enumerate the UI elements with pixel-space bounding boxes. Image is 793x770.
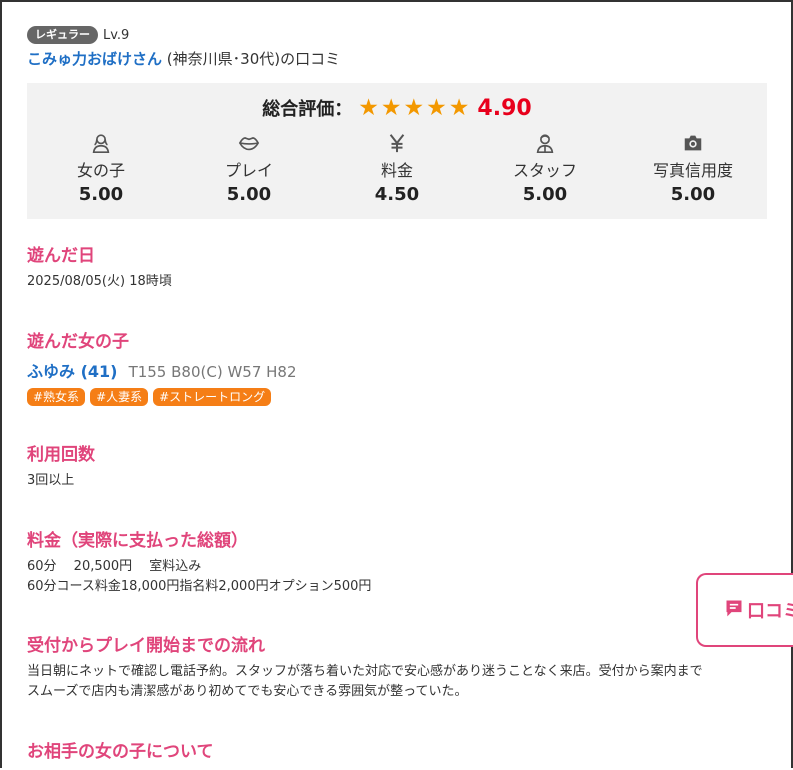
visit-date-title: 遊んだ日 [27,246,95,266]
category-label: プレイ [224,161,273,180]
float-button-label: 口コミ [747,601,793,622]
girl-line: ふゆみ (41) T155 B80(C) W57 H82 [27,358,297,382]
price-detail: 60分コース料金18,000円指名料2,000円オプション500円 [27,579,372,594]
usage-count: 3回以上 [27,473,75,488]
tag[interactable]: #熟女系 [27,388,86,406]
category-score: 4.50 [374,184,420,205]
usage-title: 利用回数 [27,445,95,465]
category-label: 料金 [380,161,413,180]
star-rating: ★★★★★ [358,95,472,121]
lips-icon [175,132,323,154]
comment-icon [724,598,744,622]
category-staff: スタッフ 5.00 [471,132,619,205]
staff-icon [471,132,619,154]
reviewer-line: こみゅ力おばけさん (神奈川県･30代)の口コミ [27,48,340,69]
category-score: 5.00 [670,184,716,205]
reviewer-level: Lv.9 [103,27,130,43]
category-score: 5.00 [226,184,272,205]
price-line: 60分 20,500円 室料込み [27,559,202,574]
girl-stats: T155 B80(C) W57 H82 [128,363,297,381]
category-play: プレイ 5.00 [175,132,323,205]
overall-rating: 総合評価： ★★★★★ 4.90 [27,95,767,121]
tag[interactable]: #ストレートロング [153,388,272,406]
category-label: スタッフ [512,161,577,180]
reviewer-name-link[interactable]: こみゅ力おばけさん [27,50,162,68]
reviewer-rank: レギュラー Lv.9 [27,26,129,44]
flow-text-line: 当日朝にネットで確認し電話予約。スタッフが落ち着いた対応で安心感があり迷うことな… [27,664,703,679]
reviewer-meta: (神奈川県･30代)の口コミ [166,50,341,68]
girl-name-link[interactable]: ふゆみ (41) [27,362,117,381]
category-label: 写真信用度 [652,161,733,180]
partner-title: お相手の女の子について [27,742,214,762]
girl-tags: #熟女系 #人妻系 #ストレートロング [27,388,276,406]
category-photo: 写真信用度 5.00 [619,132,767,205]
woman-icon [27,132,175,154]
girl-title: 遊んだ女の子 [27,332,129,352]
overall-score: 4.90 [477,95,532,121]
tag[interactable]: #人妻系 [90,388,149,406]
price-title: 料金（実際に支払った総額） [27,531,248,551]
category-label: 女の子 [76,161,125,180]
overall-label: 総合評価： [262,99,353,120]
flow-text-line: スムーズで店内も清潔感があり初めてでも安心できる雰囲気が整っていた。 [27,684,468,699]
yen-icon [323,132,471,154]
category-woman: 女の子 5.00 [27,132,175,205]
rank-badge: レギュラー [27,26,98,44]
category-score: 5.00 [522,184,568,205]
category-score: 5.00 [78,184,124,205]
review-float-button[interactable]: 口コミ [696,573,793,647]
flow-title: 受付からプレイ開始までの流れ [27,636,265,656]
category-ratings: 女の子 5.00 プレイ 5.00 料金 4.50 スタッフ 5.00 写真信用… [27,132,767,205]
camera-icon [619,132,767,154]
category-price: 料金 4.50 [323,132,471,205]
visit-date: 2025/08/05(火) 18時頃 [27,274,172,289]
